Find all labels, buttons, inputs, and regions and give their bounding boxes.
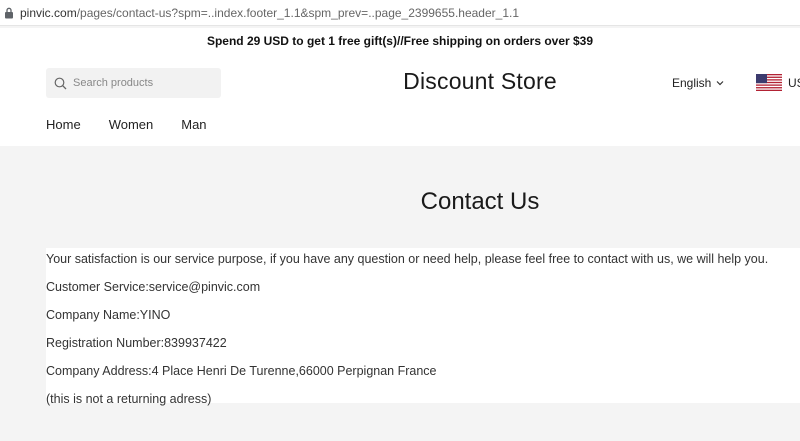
url-domain: pinvic.com — [20, 5, 77, 20]
address-bar[interactable]: pinvic.com/pages/contact-us?spm=..index.… — [0, 0, 800, 26]
nav-item-women[interactable]: Women — [109, 117, 154, 132]
store-name[interactable]: Discount Store — [403, 68, 557, 94]
url-path: /pages/contact-us?spm=..index.footer_1.1… — [76, 5, 519, 20]
language-label: English — [672, 76, 712, 90]
search-box[interactable] — [46, 68, 221, 98]
intro-text: Your satisfaction is our service purpose… — [46, 252, 769, 266]
contact-info: Your satisfaction is our service purpose… — [46, 248, 800, 406]
us-flag-icon[interactable] — [756, 74, 782, 91]
language-selector[interactable]: English — [672, 76, 724, 90]
main-content: Contact Us Your satisfaction is our serv… — [0, 146, 800, 441]
page-title: Contact Us — [420, 188, 540, 215]
registration-number-text: Registration Number:839937422 — [46, 336, 227, 350]
company-address-text: Company Address:4 Place Henri De Turenne… — [46, 364, 437, 378]
main-nav: Home Women Man — [46, 117, 235, 132]
nav-item-home[interactable]: Home — [46, 117, 81, 132]
return-note-text: (this is not a returning adress) — [46, 392, 212, 406]
chevron-down-icon — [716, 81, 724, 86]
search-input[interactable] — [73, 77, 213, 89]
lock-icon — [4, 7, 14, 19]
search-icon[interactable] — [54, 77, 67, 90]
announcement-bar: Spend 29 USD to get 1 free gift(s)//Free… — [0, 28, 800, 54]
currency-label[interactable]: US — [788, 76, 800, 90]
customer-service-text: Customer Service:service@pinvic.com — [46, 280, 261, 294]
nav-item-man[interactable]: Man — [181, 117, 206, 132]
company-name-text: Company Name:YINO — [46, 308, 171, 322]
site-header: Discount Store English US Home Women Man — [0, 54, 800, 146]
